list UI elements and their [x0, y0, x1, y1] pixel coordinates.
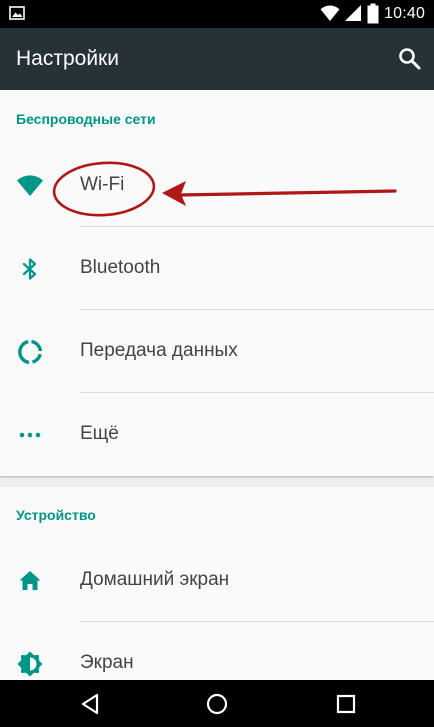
settings-item-label: Bluetooth — [80, 257, 161, 278]
brightness-icon — [17, 651, 43, 677]
status-bar: 10:40 — [0, 0, 434, 28]
search-icon[interactable] — [397, 46, 423, 72]
recent-apps-icon[interactable] — [333, 691, 359, 717]
settings-screen: 10:40 Настройки Беспроводные сети Wi-Fi … — [0, 0, 434, 727]
settings-item-label: Ещё — [80, 423, 119, 444]
more-icon — [19, 432, 41, 438]
settings-item-wifi[interactable]: Wi-Fi — [0, 144, 434, 228]
wireless-section: Беспроводные сети Wi-Fi Bluetooth Переда… — [0, 90, 434, 476]
settings-item-data-usage[interactable]: Передача данных — [0, 310, 434, 394]
page-title: Настройки — [16, 47, 119, 70]
device-section: Устройство Домашний экран Экран — [0, 487, 434, 682]
section-header-device: Устройство — [16, 507, 96, 523]
settings-item-bluetooth[interactable]: Bluetooth — [0, 227, 434, 311]
settings-item-label: Передача данных — [80, 340, 238, 361]
toolbar: Настройки — [0, 28, 434, 90]
home-icon — [19, 571, 41, 590]
section-header-wireless: Беспроводные сети — [16, 111, 156, 127]
wifi-status-icon — [320, 5, 340, 22]
home-nav-icon[interactable] — [204, 691, 230, 717]
settings-item-label: Wi-Fi — [80, 174, 125, 195]
back-icon[interactable] — [78, 691, 104, 717]
wifi-icon — [17, 175, 43, 196]
settings-item-label: Домашний экран — [80, 569, 230, 590]
bluetooth-icon — [22, 258, 37, 280]
gallery-notification-icon — [9, 6, 25, 20]
navigation-bar — [0, 680, 434, 727]
battery-icon — [367, 3, 379, 24]
signal-icon — [345, 5, 361, 21]
data-usage-icon — [18, 339, 43, 365]
settings-item-home-screen[interactable]: Домашний экран — [0, 539, 434, 623]
settings-item-more[interactable]: Ещё — [0, 393, 434, 477]
status-time: 10:40 — [384, 5, 426, 22]
settings-item-label: Экран — [80, 652, 134, 673]
